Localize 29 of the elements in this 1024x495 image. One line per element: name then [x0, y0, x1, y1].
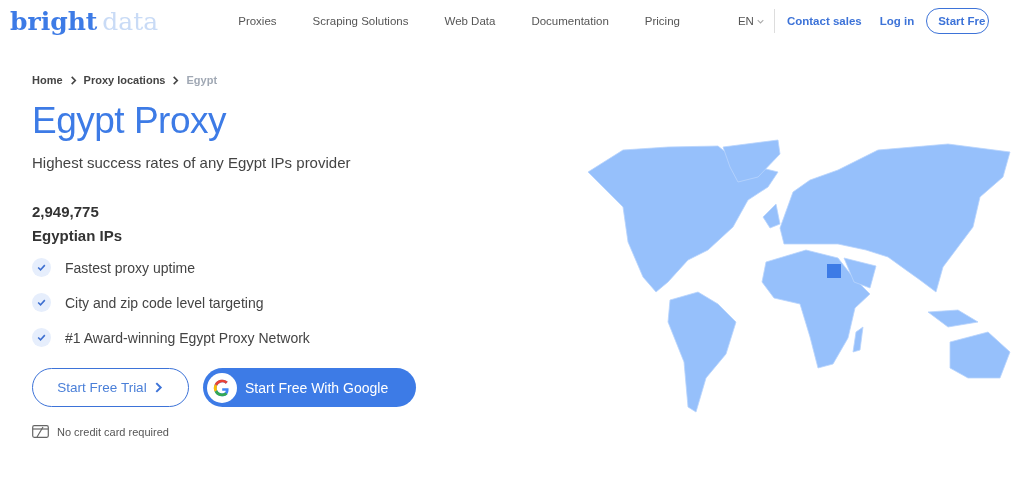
ip-count-label: Egyptian IPs [32, 227, 124, 244]
subtitle: Highest success rates of any Egypt IPs provider [32, 154, 352, 171]
start-free-trial-button[interactable]: Start Free Trial [32, 368, 189, 407]
login-link[interactable]: Log in [879, 15, 915, 27]
no-credit-card-note: No credit card required [57, 425, 169, 438]
chevron-icon [171, 75, 181, 85]
caret-icon [756, 17, 764, 25]
check-icon [32, 328, 51, 347]
language-selector[interactable]: EN [737, 9, 775, 33]
chevron-icon [68, 75, 78, 85]
nav-link[interactable]: Proxies [238, 15, 277, 27]
nav-link[interactable]: Documentation [531, 15, 609, 27]
feature-text: City and zip code level targeting [65, 294, 264, 311]
check-icon [32, 293, 51, 312]
breadcrumb-link[interactable]: Proxy locations [83, 74, 166, 86]
nav-link[interactable]: Pricing [644, 15, 680, 27]
check-icon [32, 258, 51, 277]
start-free-button[interactable]: Start Fre [926, 8, 989, 34]
feature-text: Fastest proxy uptime [65, 259, 195, 276]
page-title: Egypt Proxy [32, 100, 228, 142]
nav-link[interactable]: Web Data [444, 15, 496, 27]
ip-count: 2,949,775 [32, 203, 100, 220]
nav-link[interactable]: Scraping Solutions [312, 15, 409, 27]
google-signup-button[interactable]: Start Free With Google [203, 368, 416, 407]
breadcrumb-link[interactable]: Home [32, 74, 63, 86]
credit-card-icon [32, 425, 49, 438]
google-icon [207, 372, 237, 403]
contact-sales-link[interactable]: Contact sales [786, 15, 862, 27]
feature-text: #1 Award-winning Egypt Proxy Network [65, 329, 310, 346]
